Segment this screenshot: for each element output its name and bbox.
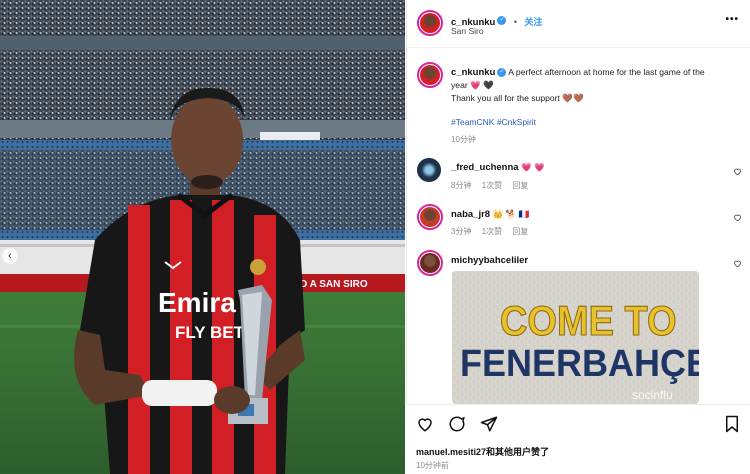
comment-time: 8分钟 [451,181,472,190]
comment-like-heart-icon[interactable] [733,259,742,268]
caption-username[interactable]: c_nkunku [451,67,495,78]
more-options-icon[interactable]: ••• [725,14,739,25]
fener-line2: FENERBAHÇE [460,342,699,384]
comment-text: 👑 🐕 🇫🇷 [492,209,530,219]
fener-line1: COME TO [500,298,677,344]
comment-image[interactable]: COME TO FENERBAHÇE socinflu [452,271,699,404]
caption-emoji: 💗 🖤 [470,80,494,90]
post-actions-bar: manuel.mesiti27和其他用户赞了 10分钟前 [406,404,750,474]
post-location[interactable]: San Siro [451,26,484,36]
post-photo-art: D A SAN SIRO Emira FLY BET [0,0,405,474]
image-watermark: socinflu [632,388,673,402]
comment-avatar[interactable] [417,250,443,276]
comment-like-heart-icon[interactable] [733,167,742,176]
previous-image-button[interactable]: ‹ [2,248,18,264]
comment-username[interactable]: naba_jr8 [451,209,490,220]
comment-text: 💗 💗 [520,162,545,172]
bookmark-icon[interactable] [724,415,740,433]
comment-reply-button[interactable]: 回复 [512,181,528,190]
post-header: c_nkunku ✓ • 关注 San Siro ••• [407,0,750,48]
caption-text-2: year [451,80,468,90]
comment-image-art: COME TO FENERBAHÇE socinflu [452,271,699,404]
comment-time: 3分钟 [451,227,472,236]
comment-username[interactable]: _fred_uchenna [451,162,519,173]
post-time: 10分钟前 [416,461,449,470]
author-avatar[interactable] [417,10,443,36]
likes-summary[interactable]: manuel.mesiti27和其他用户赞了 [416,445,549,458]
caption-verified-icon: ✓ [497,68,507,78]
comment-username[interactable]: michyybahceliler [451,255,528,266]
comment-avatar[interactable] [417,204,443,230]
verified-icon: ✓ [497,16,507,26]
caption-thanks: Thank you all for the support [451,93,560,103]
caption-avatar[interactable] [417,62,443,88]
instagram-post: D A SAN SIRO Emira FLY BET ‹ c_nkunku ✓ … [0,0,750,474]
jersey-sponsor-sub: FLY BET [175,323,245,342]
jersey-sponsor: Emira [158,287,236,318]
follow-button[interactable]: 关注 [524,17,542,27]
caption-time: 10分钟 [451,135,476,144]
post-photo[interactable]: D A SAN SIRO Emira FLY BET ‹ [0,0,405,474]
caption-thanks-emoji: 🤎🤎 [562,93,584,103]
comment-likes[interactable]: 1次赞 [482,227,502,236]
comment-icon[interactable] [448,415,466,433]
comment-avatar[interactable] [417,158,441,182]
caption-text-1: A perfect afternoon at home for the last… [508,67,705,77]
comment-likes[interactable]: 1次赞 [482,181,502,190]
comment-like-heart-icon[interactable] [733,213,742,222]
banner-text: D A SAN SIRO [300,279,368,290]
like-heart-icon[interactable] [416,415,434,433]
share-icon[interactable] [480,415,498,433]
caption-hashtags[interactable]: #TeamCNK #CnkSpirit [451,117,536,127]
comment-reply-button[interactable]: 回复 [512,227,528,236]
